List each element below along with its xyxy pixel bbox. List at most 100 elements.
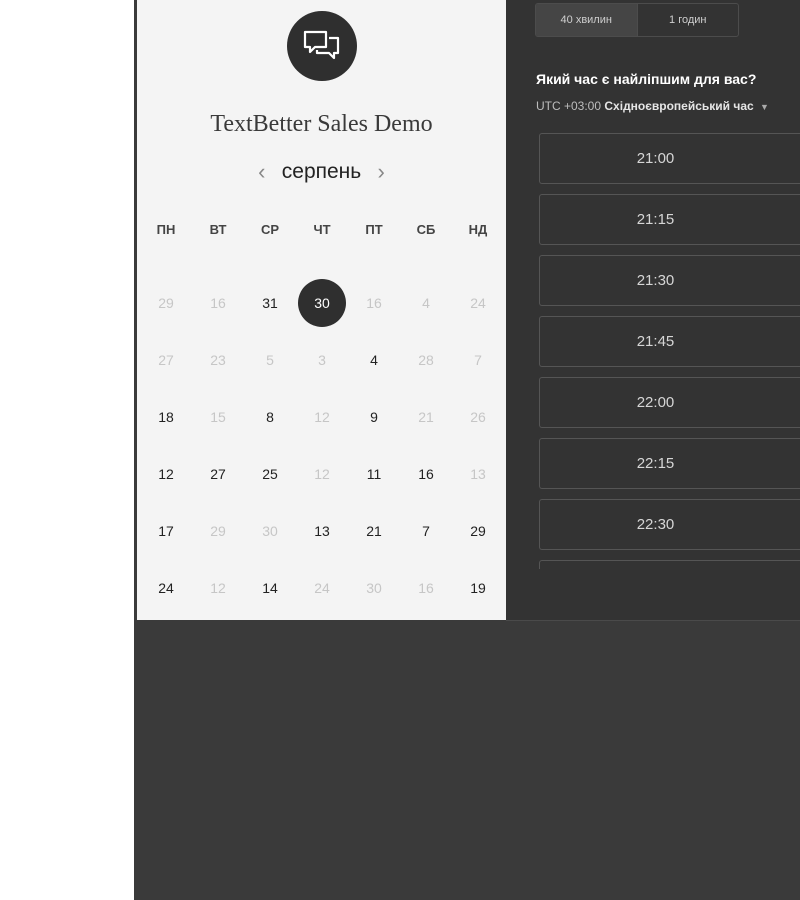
time-slot-list[interactable]: 21:00 21:15 21:30 21:45 22:00 22:15 22:30 (539, 133, 800, 569)
calendar-day[interactable]: 19 (452, 559, 504, 616)
day-number: 28 (418, 351, 434, 368)
calendar-day[interactable]: 29 (452, 502, 504, 559)
calendar-day: 26 (452, 388, 504, 445)
calendar-day[interactable]: 24 (140, 559, 192, 616)
calendar-day: 7 (452, 331, 504, 388)
day-number: 16 (418, 579, 434, 596)
time-slot-button[interactable] (539, 560, 800, 569)
calendar-day[interactable]: 18 (140, 388, 192, 445)
day-number: 7 (474, 351, 482, 368)
duration-tabs: 40 хвилин 1 годин (535, 3, 739, 37)
calendar-day: 16 (348, 274, 400, 331)
day-number: 7 (422, 522, 430, 539)
time-slot-button[interactable]: 21:30 (539, 255, 800, 306)
calendar-day[interactable]: 13 (296, 502, 348, 559)
day-number: 17 (158, 522, 174, 539)
calendar-day[interactable]: 17 (140, 502, 192, 559)
calendar-day: 4 (400, 274, 452, 331)
calendar-day: 12 (296, 445, 348, 502)
duration-tab[interactable]: 40 хвилин (536, 4, 637, 36)
day-number: 24 (470, 294, 486, 311)
day-number: 16 (418, 465, 434, 482)
calendar-day: 21 (400, 388, 452, 445)
calendar-day: 30 (348, 559, 400, 616)
day-number: 23 (210, 351, 226, 368)
calendar-day[interactable]: 12 (140, 445, 192, 502)
day-number: 25 (262, 465, 278, 482)
chat-bubbles-icon (287, 11, 357, 81)
calendar-grid: 29 16 31 30 16 4 24 27 23 5 3 4 28 7 18 15 8 12 9 21 26 12 27 2… (140, 274, 506, 616)
calendar-day: 28 (400, 331, 452, 388)
calendar-day: 3 (296, 331, 348, 388)
calendar-panel: TextBetter Sales Demo ‹ серпень › ПН ВТ СР… (137, 0, 506, 620)
calendar-day: 29 (192, 502, 244, 559)
weekday-label: СР (260, 222, 280, 237)
time-slot-button[interactable]: 21:00 (539, 133, 800, 184)
weekday-label: СБ (416, 222, 436, 237)
day-number: 26 (470, 408, 486, 425)
weekday-label: НД (468, 222, 488, 237)
weekday-label: ПТ (365, 222, 383, 237)
time-slot-button[interactable]: 21:15 (539, 194, 800, 245)
weekday-label: ВТ (209, 222, 227, 237)
day-number: 27 (210, 465, 226, 482)
calendar-day: 29 (140, 274, 192, 331)
time-selection-panel: 40 хвилин 1 годин Який час є найліпшим дл… (506, 0, 800, 621)
month-label: серпень (281, 160, 362, 183)
month-navigation: ‹ серпень › (137, 157, 506, 187)
calendar-day[interactable]: 25 (244, 445, 296, 502)
calendar-day: 5 (244, 331, 296, 388)
day-number: 4 (422, 294, 430, 311)
day-number: 11 (366, 465, 382, 482)
day-number: 29 (470, 522, 486, 539)
calendar-day[interactable]: 4 (348, 331, 400, 388)
selected-day[interactable]: 30 (296, 274, 348, 331)
day-number: 13 (470, 465, 486, 482)
day-number: 24 (158, 579, 174, 596)
day-number: 14 (262, 579, 278, 596)
calendar-day: 16 (192, 274, 244, 331)
day-number: 9 (370, 408, 378, 425)
day-number: 12 (314, 408, 330, 425)
day-number: 16 (366, 294, 382, 311)
day-number: 31 (262, 294, 278, 311)
calendar-day: 24 (452, 274, 504, 331)
day-number: 5 (266, 351, 274, 368)
day-number: 12 (314, 465, 330, 482)
day-number: 15 (210, 408, 226, 425)
chevron-right-icon[interactable]: › (371, 157, 391, 187)
day-number: 12 (158, 465, 174, 482)
calendar-day[interactable]: 8 (244, 388, 296, 445)
time-slot-button[interactable]: 22:15 (539, 438, 800, 489)
caret-down-icon: ▼ (760, 102, 769, 112)
calendar-day[interactable]: 7 (400, 502, 452, 559)
day-number: 19 (470, 579, 486, 596)
day-number: 27 (158, 351, 174, 368)
calendar-day: 24 (296, 559, 348, 616)
calendar-day[interactable]: 21 (348, 502, 400, 559)
calendar-day[interactable]: 9 (348, 388, 400, 445)
time-question: Який час є найліпшим для вас? (536, 71, 757, 87)
calendar-day: 15 (192, 388, 244, 445)
calendar-day[interactable]: 27 (192, 445, 244, 502)
day-number: 13 (314, 522, 330, 539)
chevron-left-icon[interactable]: ‹ (252, 157, 272, 187)
duration-tab[interactable]: 1 годин (636, 4, 739, 36)
calendar-day: 27 (140, 331, 192, 388)
calendar-day: 12 (192, 559, 244, 616)
day-number: 29 (210, 522, 226, 539)
calendar-day[interactable]: 11 (348, 445, 400, 502)
calendar-day[interactable]: 16 (400, 445, 452, 502)
time-slot-button[interactable]: 22:00 (539, 377, 800, 428)
timezone-selector[interactable]: UTC +03:00 Східноєвропейський час ▼ (536, 99, 769, 113)
timezone-name: Східноєвропейський час (604, 99, 754, 113)
day-number: 16 (210, 294, 226, 311)
day-number: 3 (318, 351, 326, 368)
weekday-label: ЧТ (313, 222, 331, 237)
day-number: 18 (158, 408, 174, 425)
calendar-day[interactable]: 14 (244, 559, 296, 616)
time-slot-button[interactable]: 21:45 (539, 316, 800, 367)
day-number: 8 (266, 408, 274, 425)
calendar-day[interactable]: 31 (244, 274, 296, 331)
time-slot-button[interactable]: 22:30 (539, 499, 800, 550)
